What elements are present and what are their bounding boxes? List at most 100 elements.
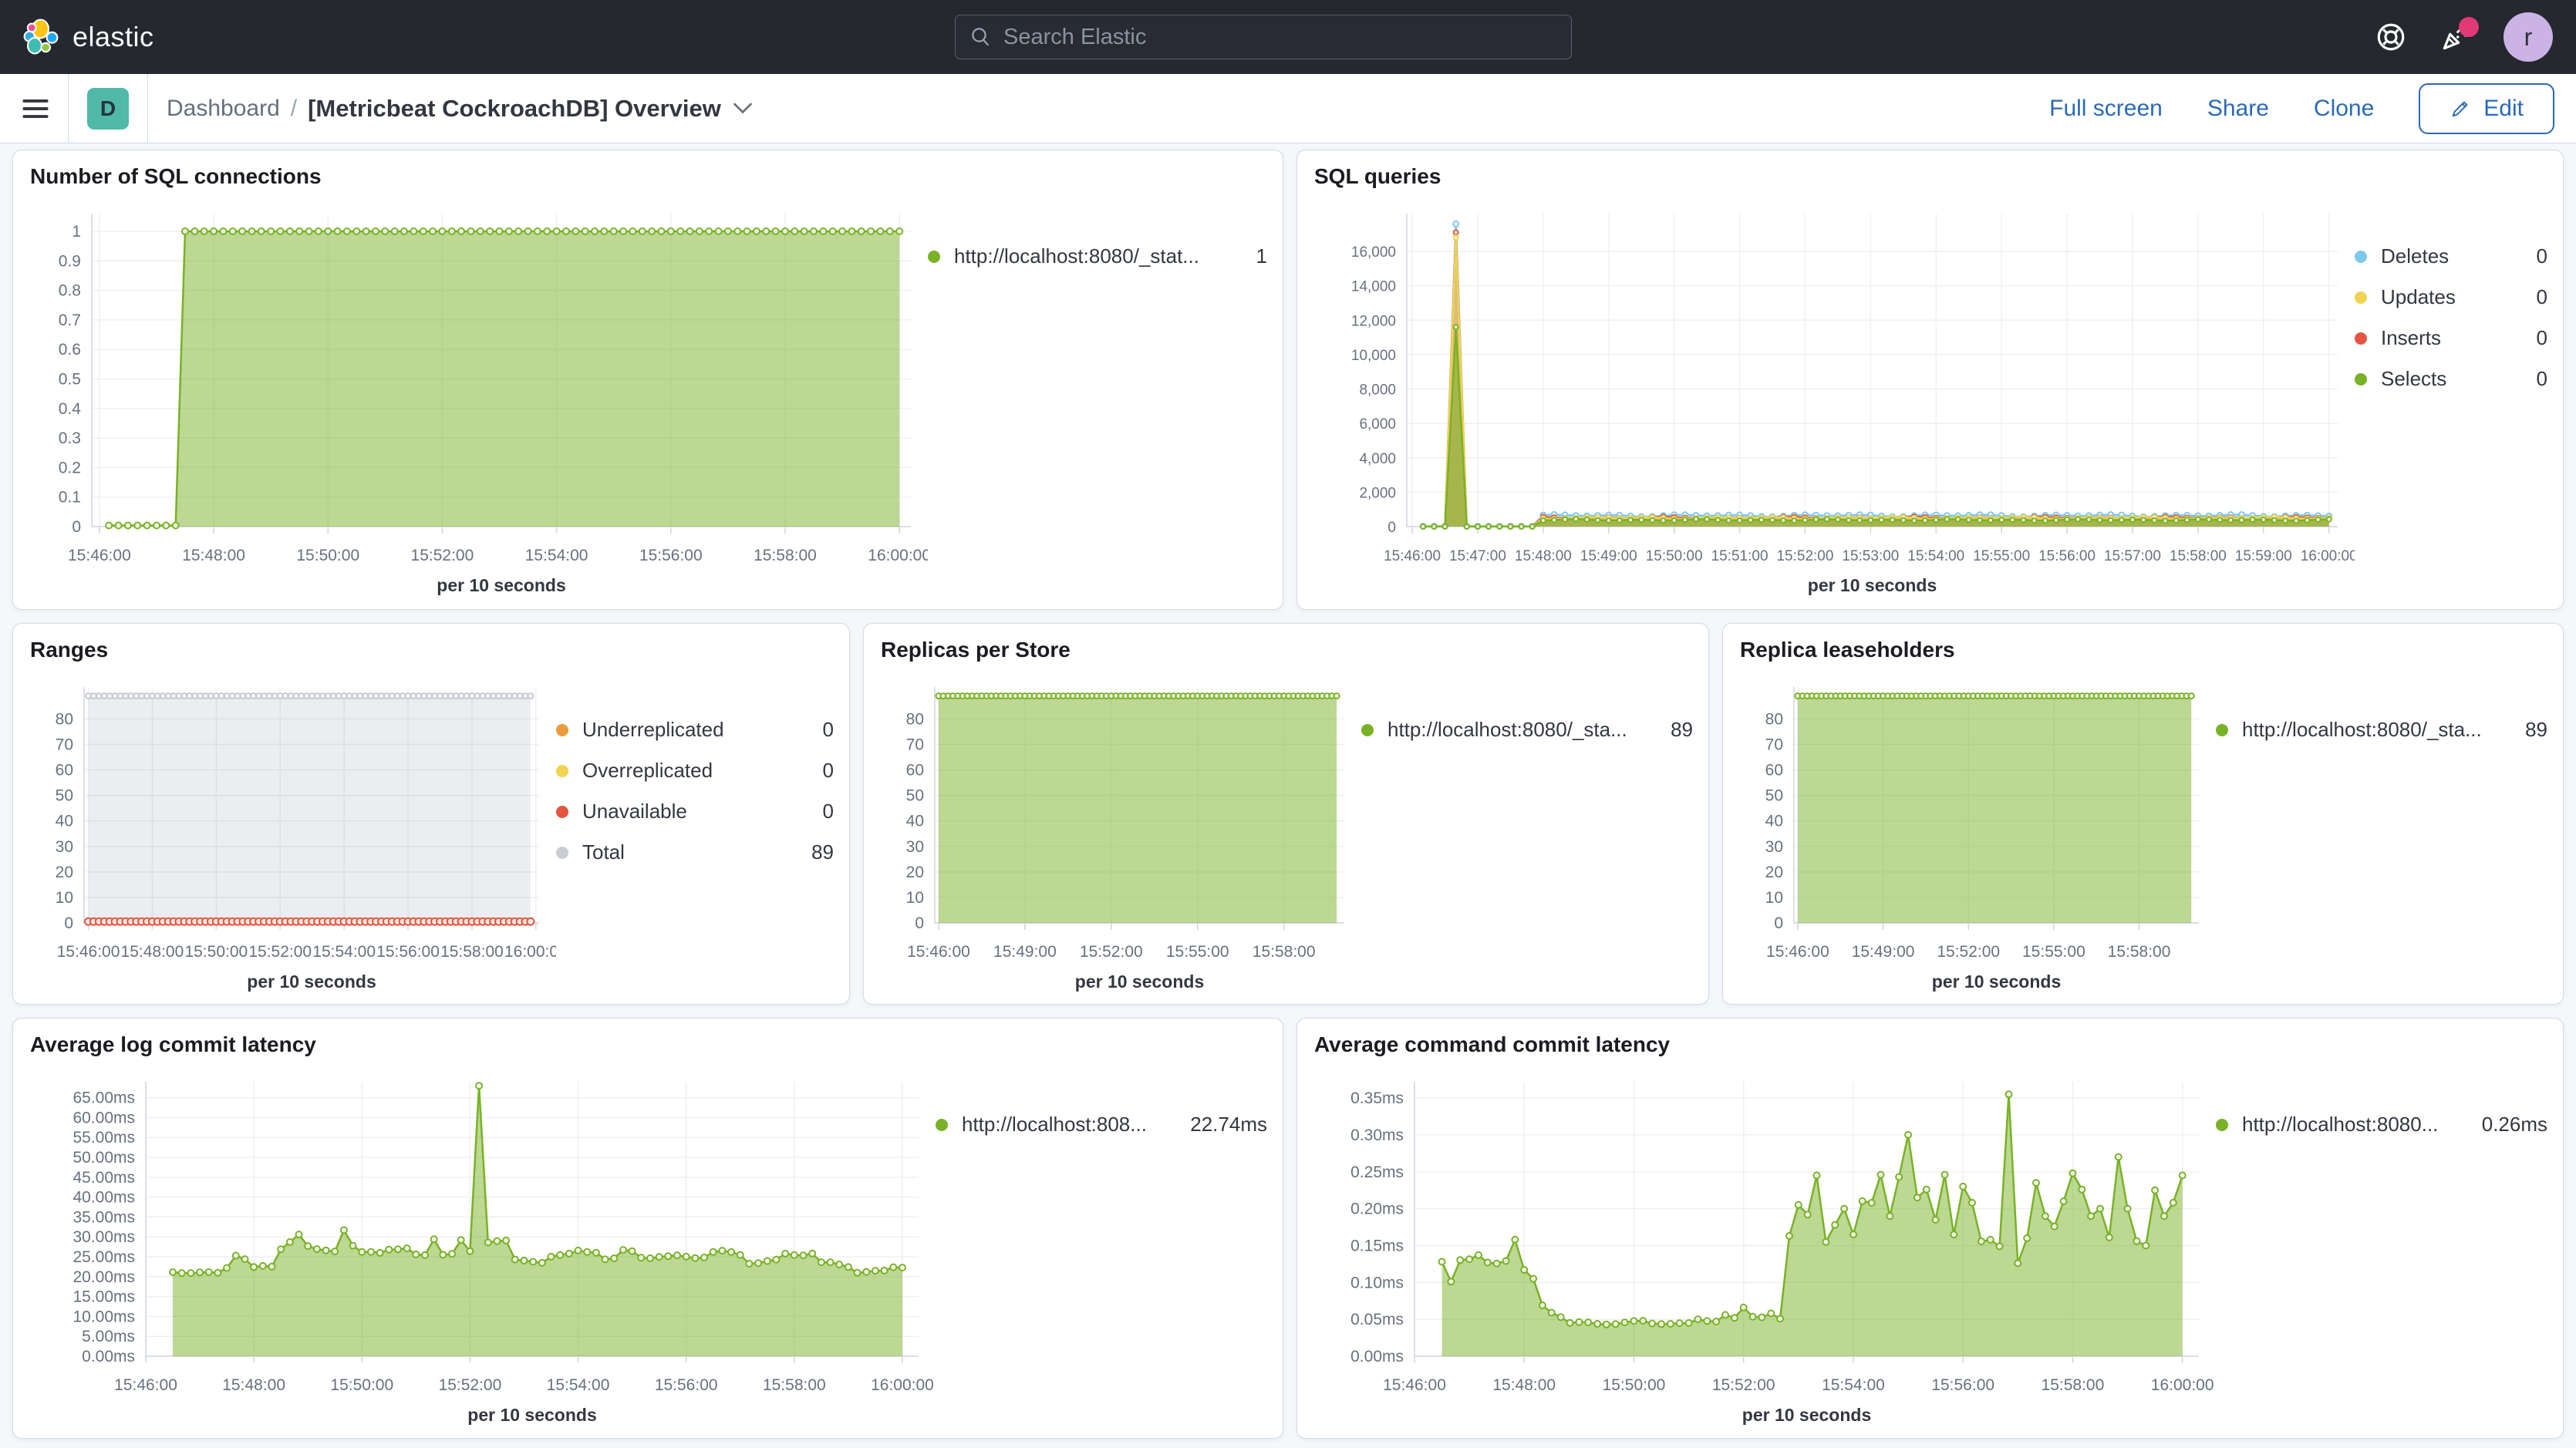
svg-text:15:54:00: 15:54:00 xyxy=(312,943,376,961)
panel-title: Replica leaseholders xyxy=(1740,638,2547,673)
svg-text:15:58:00: 15:58:00 xyxy=(440,943,504,961)
legend-value: 0 xyxy=(2514,326,2547,350)
share-button[interactable]: Share xyxy=(2207,96,2269,122)
notification-dot xyxy=(2459,17,2479,37)
legend-item[interactable]: Total89 xyxy=(556,840,834,864)
svg-text:60: 60 xyxy=(906,762,924,780)
svg-text:16:00:00: 16:00:00 xyxy=(2301,548,2355,564)
svg-text:0.7: 0.7 xyxy=(59,311,81,329)
svg-text:20: 20 xyxy=(906,864,924,881)
legend-dot xyxy=(936,1119,948,1131)
svg-text:80: 80 xyxy=(56,710,73,728)
breadcrumb-separator: / xyxy=(291,96,297,122)
svg-text:20: 20 xyxy=(56,864,73,881)
newsfeed-icon[interactable] xyxy=(2439,20,2473,54)
global-search[interactable] xyxy=(955,15,1572,59)
svg-text:70: 70 xyxy=(906,736,924,753)
svg-text:15:56:00: 15:56:00 xyxy=(2038,548,2096,564)
svg-text:0: 0 xyxy=(1387,520,1396,536)
svg-text:16:00:00: 16:00:00 xyxy=(868,547,928,564)
svg-text:15:51:00: 15:51:00 xyxy=(1711,548,1768,564)
svg-text:per 10 seconds: per 10 seconds xyxy=(1808,575,1937,595)
svg-text:60: 60 xyxy=(56,762,73,780)
svg-text:15:55:00: 15:55:00 xyxy=(1973,548,2030,564)
menu-icon[interactable] xyxy=(22,97,49,120)
legend-item[interactable]: http://localhost:8080/_sta...89 xyxy=(2216,718,2547,742)
legend-value: 1 xyxy=(1233,244,1267,268)
search-input[interactable] xyxy=(1003,25,1557,50)
svg-text:15:46:00: 15:46:00 xyxy=(1383,1376,1446,1394)
legend-item[interactable]: Selects0 xyxy=(2355,367,2547,391)
svg-text:0.4: 0.4 xyxy=(59,400,82,418)
legend-item[interactable]: http://localhost:8080/_stat...1 xyxy=(928,244,1267,268)
chart-legend: http://localhost:8080...0.26ms xyxy=(2216,1068,2547,1433)
legend-item[interactable]: http://localhost:8080...0.26ms xyxy=(2216,1113,2547,1137)
legend-item[interactable]: Overreplicated0 xyxy=(556,759,834,783)
svg-text:15:56:00: 15:56:00 xyxy=(376,943,440,961)
breadcrumb-dashboard[interactable]: Dashboard xyxy=(167,96,280,122)
svg-text:10,000: 10,000 xyxy=(1351,348,1396,364)
svg-text:14,000: 14,000 xyxy=(1351,279,1396,295)
svg-text:15:50:00: 15:50:00 xyxy=(184,943,248,961)
svg-text:0: 0 xyxy=(72,518,81,536)
clone-button[interactable]: Clone xyxy=(2314,96,2374,122)
svg-text:0.9: 0.9 xyxy=(59,252,81,270)
svg-text:15:46:00: 15:46:00 xyxy=(907,943,970,961)
edit-button[interactable]: Edit xyxy=(2419,83,2554,134)
legend-item[interactable]: Deletes0 xyxy=(2355,244,2547,268)
svg-text:15:54:00: 15:54:00 xyxy=(1907,548,1964,564)
legend-item[interactable]: http://localhost:8080/_sta...89 xyxy=(1361,718,1693,742)
svg-text:15:58:00: 15:58:00 xyxy=(754,547,817,564)
legend-value: 0 xyxy=(2514,244,2547,268)
svg-text:15:48:00: 15:48:00 xyxy=(1492,1376,1556,1394)
legend-item[interactable]: Underreplicated0 xyxy=(556,718,834,742)
app-header: elastic xyxy=(0,0,2576,74)
full-screen-button[interactable]: Full screen xyxy=(2049,96,2163,122)
svg-text:per 10 seconds: per 10 seconds xyxy=(1742,1405,1871,1425)
svg-text:15:55:00: 15:55:00 xyxy=(1166,943,1229,961)
svg-text:16:00:00: 16:00:00 xyxy=(871,1376,934,1394)
legend-label: Inserts xyxy=(2381,326,2441,350)
legend-label: http://localhost:8080... xyxy=(2242,1113,2438,1137)
legend-item[interactable]: http://localhost:808...22.74ms xyxy=(936,1113,1267,1137)
chart-legend: http://localhost:8080/_sta...89 xyxy=(2216,673,2547,999)
panel-sql-queries: SQL queries 02,0004,0006,0008,00010,0001… xyxy=(1296,150,2564,610)
legend-item[interactable]: Inserts 0 xyxy=(2355,326,2547,350)
svg-text:70: 70 xyxy=(56,736,73,753)
svg-text:15:49:00: 15:49:00 xyxy=(1852,943,1915,961)
elastic-logo[interactable]: elastic xyxy=(23,19,154,56)
svg-text:20: 20 xyxy=(1765,864,1783,881)
svg-text:15:58:00: 15:58:00 xyxy=(2042,1376,2105,1394)
svg-text:35.00ms: 35.00ms xyxy=(72,1208,135,1226)
page-title[interactable]: [Metricbeat CockroachDB] Overview xyxy=(308,95,752,123)
legend-dot xyxy=(556,806,568,818)
svg-text:0.3: 0.3 xyxy=(59,429,81,447)
legend-label: Overreplicated xyxy=(582,759,713,783)
chart-legend: Underreplicated0 Overreplicated0 Unavailab… xyxy=(556,673,834,999)
svg-text:50: 50 xyxy=(56,787,73,805)
svg-text:65.00ms: 65.00ms xyxy=(72,1089,135,1107)
legend-label: Unavailable xyxy=(582,800,687,823)
svg-text:15:46:00: 15:46:00 xyxy=(1384,548,1441,564)
svg-text:50.00ms: 50.00ms xyxy=(72,1149,135,1167)
chart-ranges: 0102030405060708015:46:0015:48:0015:50:0… xyxy=(30,673,556,997)
space-badge[interactable]: D xyxy=(87,88,129,130)
svg-text:16:00:00: 16:00:00 xyxy=(2151,1376,2214,1394)
svg-text:10: 10 xyxy=(56,889,73,907)
chart-replicas-per-store: 0102030405060708015:46:0015:49:0015:52:0… xyxy=(881,673,1361,997)
brand-text: elastic xyxy=(72,21,154,53)
svg-text:30: 30 xyxy=(56,838,73,856)
legend-item[interactable]: Unavailable0 xyxy=(556,800,834,823)
panel-title: Ranges xyxy=(30,638,834,673)
svg-text:0.00ms: 0.00ms xyxy=(82,1348,135,1365)
help-icon[interactable] xyxy=(2374,20,2408,54)
svg-text:per 10 seconds: per 10 seconds xyxy=(437,575,565,595)
chart-legend: http://localhost:8080/_stat...1 xyxy=(928,200,1267,604)
svg-text:45.00ms: 45.00ms xyxy=(72,1169,135,1187)
legend-dot xyxy=(2355,332,2367,345)
legend-value: 0 xyxy=(2514,367,2547,391)
legend-item[interactable]: Updates0 xyxy=(2355,285,2547,309)
legend-value: 89 xyxy=(1647,718,1693,742)
avatar[interactable]: r xyxy=(2504,12,2553,62)
svg-text:55.00ms: 55.00ms xyxy=(72,1129,135,1147)
